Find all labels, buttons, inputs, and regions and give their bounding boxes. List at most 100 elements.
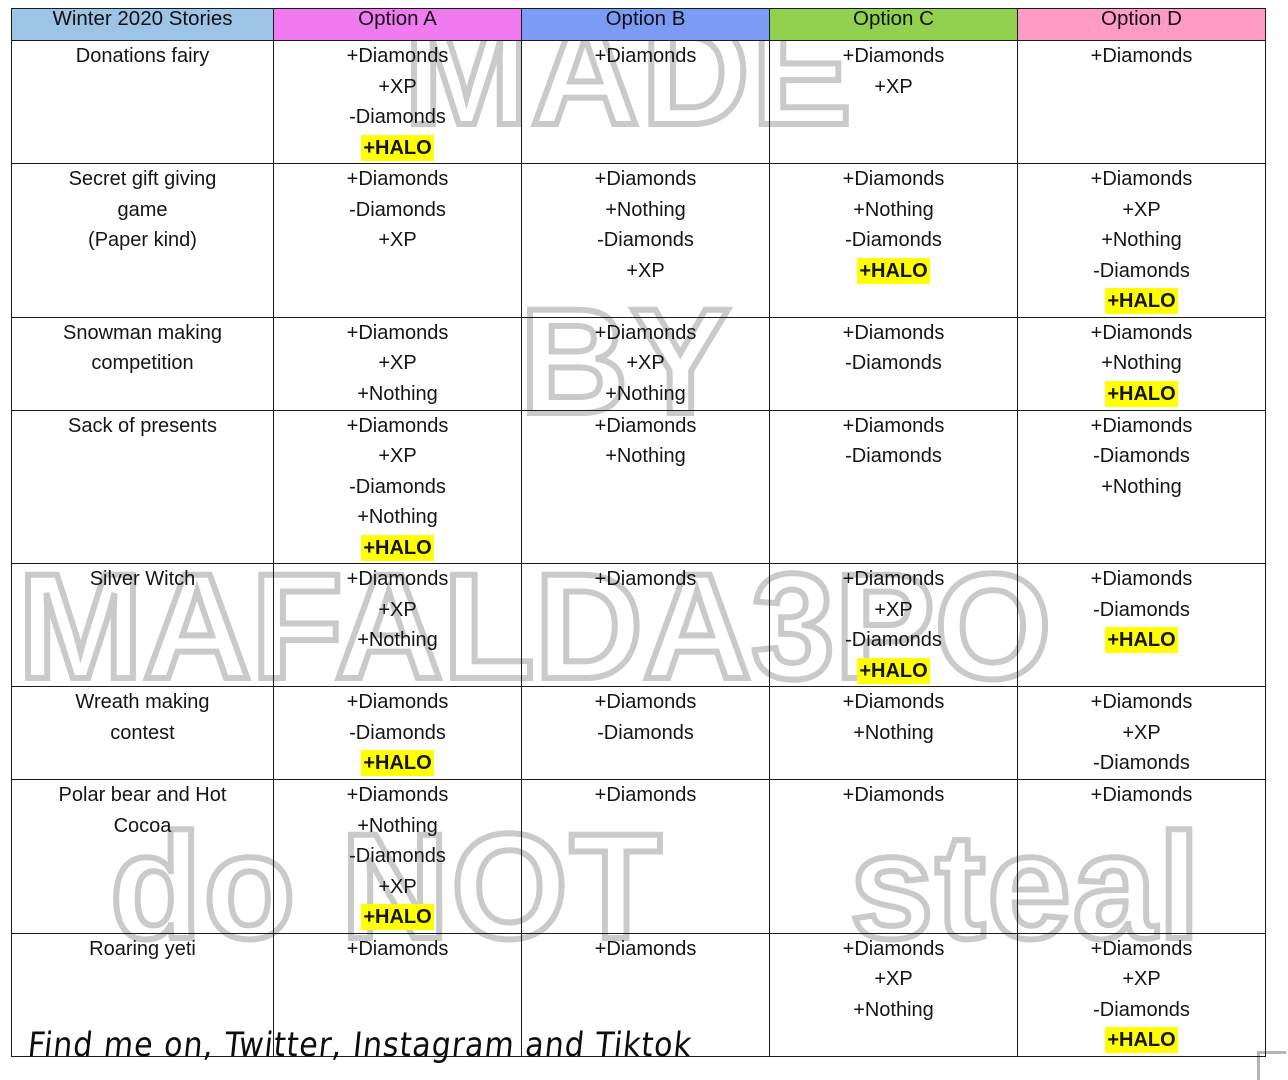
outcome-halo-badge: +HALO — [857, 257, 930, 284]
outcome-cell-option-d: +Diamonds +XP -Diamonds +HALO — [1017, 932, 1266, 1057]
story-name-cell: Donations fairy — [11, 40, 274, 164]
outcome-list: +Diamonds +XP -Diamonds +Nothing +HALO — [274, 411, 521, 564]
outcome-line-wrap: +Nothing — [770, 995, 1017, 1026]
outcome-list: +Diamonds +XP -Diamonds — [1018, 687, 1265, 779]
outcome-cell-option-a: +Diamonds +Nothing -Diamonds +XP +HALO — [273, 779, 522, 934]
header-cell-option-a: Option A — [273, 7, 522, 41]
outcome-line-wrap: +HALO — [274, 748, 521, 779]
outcome-cell-option-c: +Diamonds -Diamonds — [769, 316, 1018, 411]
outcome-cell-option-c: +Diamonds +XP +Nothing — [769, 932, 1018, 1057]
outcome-line: +XP — [1122, 198, 1161, 221]
outcome-line: +Diamonds — [842, 414, 945, 437]
story-name-line: Roaring yeti — [89, 937, 196, 960]
outcome-line: +Diamonds — [346, 937, 449, 960]
outcome-line-wrap: +Diamonds — [1018, 687, 1265, 718]
outcome-line: -Diamonds — [349, 106, 446, 128]
outcome-line-wrap: +XP — [1018, 964, 1265, 995]
header-label-option-b: Option B — [605, 7, 686, 30]
outcome-cell-option-d: +Diamonds -Diamonds +HALO — [1017, 563, 1266, 687]
outcome-cell-option-b: +Diamonds — [521, 40, 770, 164]
outcome-line-wrap: +Diamonds — [274, 41, 521, 72]
outcome-line: -Diamonds — [845, 445, 942, 467]
outcome-line: +Diamonds — [842, 168, 945, 190]
outcome-line-wrap: +Diamonds — [522, 780, 769, 811]
outcome-line-wrap: +XP — [274, 441, 521, 472]
outcome-line-wrap: +Nothing — [522, 379, 769, 410]
outcome-list: +Diamonds +XP -Diamonds +HALO — [274, 41, 521, 163]
story-name-line: (Paper kind) — [88, 229, 197, 251]
outcome-line: -Diamonds — [845, 352, 942, 374]
header-row: Winter 2020 Stories Option A Option B Op… — [11, 7, 1266, 41]
story-name-line: Sack of presents — [68, 414, 217, 437]
outcome-cell-option-b: +Diamonds -Diamonds — [521, 686, 770, 780]
outcome-cell-option-b: +Diamonds +Nothing -Diamonds +XP — [521, 163, 770, 318]
outcome-line-wrap: -Diamonds — [522, 225, 769, 256]
story-name-line: Snowman making — [63, 321, 222, 344]
table-head: Winter 2020 Stories Option A Option B Op… — [11, 7, 1266, 41]
outcome-list: +Diamonds — [522, 564, 769, 595]
outcome-line: +Nothing — [1101, 352, 1182, 374]
outcome-line-wrap: +XP — [522, 348, 769, 379]
outcome-line-wrap: +Nothing — [1018, 225, 1265, 256]
outcome-line: +Diamonds — [1090, 784, 1193, 806]
outcome-line-wrap: +Diamonds — [522, 41, 769, 72]
outcome-halo-badge: +HALO — [361, 534, 434, 561]
outcome-line: +Diamonds — [594, 568, 697, 590]
outcome-line: +Nothing — [1101, 229, 1182, 251]
outcome-line-wrap: +HALO — [274, 902, 521, 933]
outcome-list: +Diamonds — [522, 41, 769, 72]
outcome-list: +Diamonds +XP +Nothing — [274, 318, 521, 410]
outcome-cell-option-b: +Diamonds — [521, 779, 770, 934]
outcome-line: -Diamonds — [349, 845, 446, 867]
outcome-line: -Diamonds — [1093, 598, 1190, 621]
outcome-line: +XP — [874, 75, 913, 98]
outcome-line-wrap: +Diamonds — [770, 318, 1017, 349]
outcome-line-wrap: -Diamonds — [770, 348, 1017, 379]
story-name-text: Secret gift giving game (Paper kind) — [12, 164, 273, 256]
story-name-text: Wreath making contest — [12, 687, 273, 748]
outcome-cell-option-a: +Diamonds -Diamonds +HALO — [273, 686, 522, 780]
outcome-list: +Diamonds -Diamonds +HALO — [1018, 564, 1265, 656]
header-cell-stories: Winter 2020 Stories — [11, 7, 274, 41]
outcome-cell-option-b: +Diamonds +XP +Nothing — [521, 316, 770, 411]
outcome-line: +XP — [378, 229, 417, 251]
outcome-line: +XP — [626, 259, 665, 282]
outcome-cell-option-d: +Diamonds +XP +Nothing -Diamonds +HALO — [1017, 163, 1266, 318]
outcome-line-wrap: +Diamonds — [274, 564, 521, 595]
outcome-line-wrap: +XP — [274, 595, 521, 626]
outcome-line: +Diamonds — [1090, 937, 1193, 960]
header-label-stories: Winter 2020 Stories — [52, 7, 233, 30]
outcome-line-wrap: +Nothing — [522, 441, 769, 472]
story-name-text: Donations fairy — [12, 41, 273, 72]
outcome-line-wrap: -Diamonds — [274, 472, 521, 503]
outcome-list: +Diamonds -Diamonds +Nothing — [1018, 411, 1265, 503]
story-name-line: Cocoa — [113, 814, 172, 837]
outcome-line: +Diamonds — [346, 168, 449, 190]
outcome-line: +Diamonds — [594, 45, 697, 67]
header-label-option-a: Option A — [358, 7, 437, 30]
outcome-line-wrap: -Diamonds — [274, 718, 521, 749]
outcome-line: +XP — [874, 968, 913, 990]
outcome-line: +Diamonds — [594, 937, 697, 960]
outcome-line-wrap: -Diamonds — [1018, 748, 1265, 779]
outcome-line: +Diamonds — [842, 691, 945, 713]
outcome-line-wrap: +Nothing — [274, 502, 521, 533]
outcome-line-wrap: -Diamonds — [274, 195, 521, 226]
page-root: MADE BY MAFALDA3PO do NOT steal Winter 2… — [0, 0, 1288, 1080]
outcome-line-wrap: +Diamonds — [770, 934, 1017, 965]
outcome-cell-option-d: +Diamonds — [1017, 40, 1266, 164]
story-name-cell: Sack of presents — [11, 409, 274, 564]
outcome-line: +XP — [1122, 721, 1161, 744]
outcome-line-wrap: +HALO — [1018, 379, 1265, 410]
outcome-line: +Diamonds — [1090, 691, 1193, 713]
table-body: Donations fairy +Diamonds +XP -Diamonds +HAL… — [11, 40, 1266, 1057]
outcome-line: +Diamonds — [346, 784, 449, 806]
outcome-line-wrap: +Nothing — [1018, 348, 1265, 379]
outcome-line: +Nothing — [605, 198, 686, 221]
outcome-list: +Diamonds — [522, 780, 769, 811]
outcome-cell-option-c: +Diamonds +XP -Diamonds +HALO — [769, 563, 1018, 687]
outcome-line: +Diamonds — [594, 414, 697, 437]
outcome-line: -Diamonds — [349, 198, 446, 221]
outcome-line: +Diamonds — [842, 937, 945, 960]
outcome-list: +Diamonds +XP +Nothing — [522, 318, 769, 410]
